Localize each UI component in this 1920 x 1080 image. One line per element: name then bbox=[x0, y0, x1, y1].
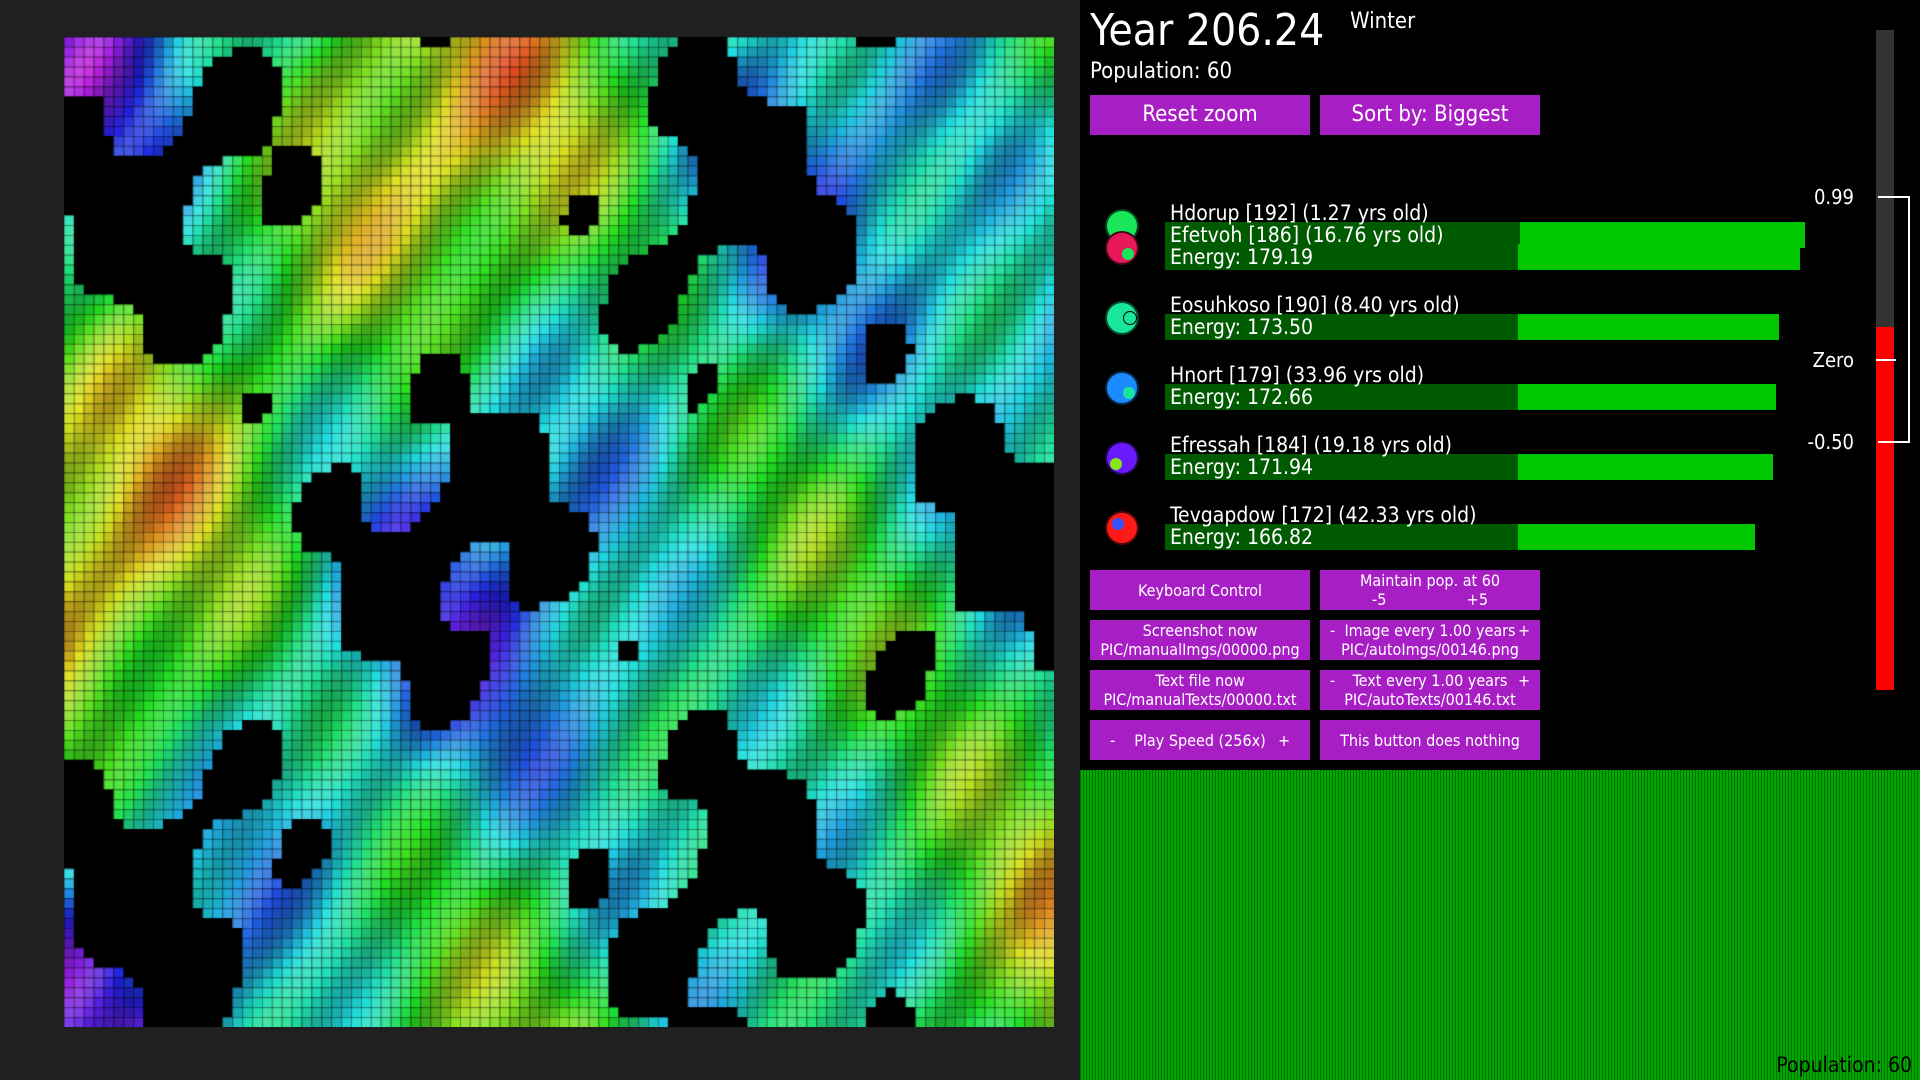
sort-by-button[interactable]: Sort by: Biggest bbox=[1320, 95, 1540, 135]
text-every-plus-button[interactable]: + bbox=[1518, 671, 1530, 690]
scale-zero-tick bbox=[1876, 359, 1896, 361]
creature-row[interactable]: Efressah [184] (19.18 yrs old) Energy: 1… bbox=[1100, 432, 1820, 496]
image-every-path: PIC/autoImgs/00146.png bbox=[1341, 640, 1519, 659]
creature-icon bbox=[1105, 441, 1139, 475]
scale-bottom-tick bbox=[1878, 441, 1910, 443]
do-nothing-label: This button does nothing bbox=[1340, 730, 1520, 750]
image-every-plus-button[interactable]: + bbox=[1518, 621, 1530, 640]
creature-energy: Energy: 172.66 bbox=[1170, 385, 1314, 409]
creature-row[interactable]: Tevgapdow [172] (42.33 yrs old) Energy: … bbox=[1100, 502, 1820, 566]
creature-row[interactable]: Efetvoh [186] (16.76 yrs old) Energy: 17… bbox=[1100, 222, 1820, 286]
play-speed-minus-button[interactable]: - bbox=[1110, 731, 1115, 750]
do-nothing-button[interactable]: This button does nothing bbox=[1320, 720, 1540, 760]
season-label: Winter bbox=[1350, 9, 1416, 34]
scale-top-tick bbox=[1878, 196, 1910, 198]
creature-row[interactable]: Hnort [179] (33.96 yrs old) Energy: 172.… bbox=[1100, 362, 1820, 426]
creature-icon bbox=[1105, 301, 1139, 335]
screenshot-path: PIC/manualImgs/00000.png bbox=[1100, 640, 1300, 659]
brain-scale-fill bbox=[1876, 327, 1894, 690]
text-file-now-label: Text file now bbox=[1155, 671, 1245, 690]
creature-energy: Energy: 171.94 bbox=[1170, 455, 1314, 479]
scale-bracket bbox=[1908, 196, 1910, 443]
scale-zero-label: Zero bbox=[1812, 348, 1854, 372]
terrain-map[interactable] bbox=[64, 37, 1054, 1027]
image-every-button[interactable]: - Image every 1.00 years + PIC/autoImgs/… bbox=[1320, 620, 1540, 660]
screenshot-now-button[interactable]: Screenshot now PIC/manualImgs/00000.png bbox=[1090, 620, 1310, 660]
text-every-label: Text every 1.00 years bbox=[1352, 671, 1508, 690]
play-speed-button[interactable]: - Play Speed (256x) + bbox=[1090, 720, 1310, 760]
text-file-path: PIC/manualTexts/00000.txt bbox=[1103, 690, 1297, 709]
year-title: Year 206.24 bbox=[1090, 5, 1325, 56]
text-every-minus-button[interactable]: - bbox=[1330, 671, 1335, 690]
maintain-minus-button[interactable]: -5 bbox=[1372, 590, 1386, 609]
scale-bottom-label: -0.50 bbox=[1807, 430, 1854, 454]
image-every-minus-button[interactable]: - bbox=[1330, 621, 1335, 640]
scale-top-label: 0.99 bbox=[1813, 185, 1854, 209]
world-view[interactable] bbox=[0, 0, 1080, 1080]
creature-energy: Energy: 179.19 bbox=[1170, 245, 1314, 269]
population-label: Population: 60 bbox=[1090, 59, 1233, 84]
maintain-plus-button[interactable]: +5 bbox=[1467, 590, 1488, 609]
play-speed-label: Play Speed (256x) bbox=[1134, 730, 1266, 750]
creature-icon bbox=[1105, 231, 1139, 265]
play-speed-plus-button[interactable]: + bbox=[1278, 731, 1290, 750]
creature-icon bbox=[1105, 371, 1139, 405]
creature-energy: Energy: 166.82 bbox=[1170, 525, 1314, 549]
maintain-population-button[interactable]: Maintain pop. at 60 -5 +5 bbox=[1320, 570, 1540, 610]
text-every-path: PIC/autoTexts/00146.txt bbox=[1344, 690, 1516, 709]
text-file-now-button[interactable]: Text file now PIC/manualTexts/00000.txt bbox=[1090, 670, 1310, 710]
image-every-label: Image every 1.00 years bbox=[1344, 621, 1516, 640]
reset-zoom-button[interactable]: Reset zoom bbox=[1090, 95, 1310, 135]
creature-energy: Energy: 173.50 bbox=[1170, 315, 1314, 339]
creature-row[interactable]: Eosuhkoso [190] (8.40 yrs old) Energy: 1… bbox=[1100, 292, 1820, 356]
screenshot-now-label: Screenshot now bbox=[1142, 621, 1258, 640]
population-history-graph: Population: 60 bbox=[1080, 770, 1920, 1080]
keyboard-control-label: Keyboard Control bbox=[1137, 580, 1263, 600]
keyboard-control-button[interactable]: Keyboard Control bbox=[1090, 570, 1310, 610]
history-population-label: Population: 60 bbox=[1776, 1053, 1912, 1077]
text-every-button[interactable]: - Text every 1.00 years + PIC/autoTexts/… bbox=[1320, 670, 1540, 710]
creature-icon bbox=[1105, 511, 1139, 545]
maintain-population-label: Maintain pop. at 60 bbox=[1359, 571, 1501, 590]
